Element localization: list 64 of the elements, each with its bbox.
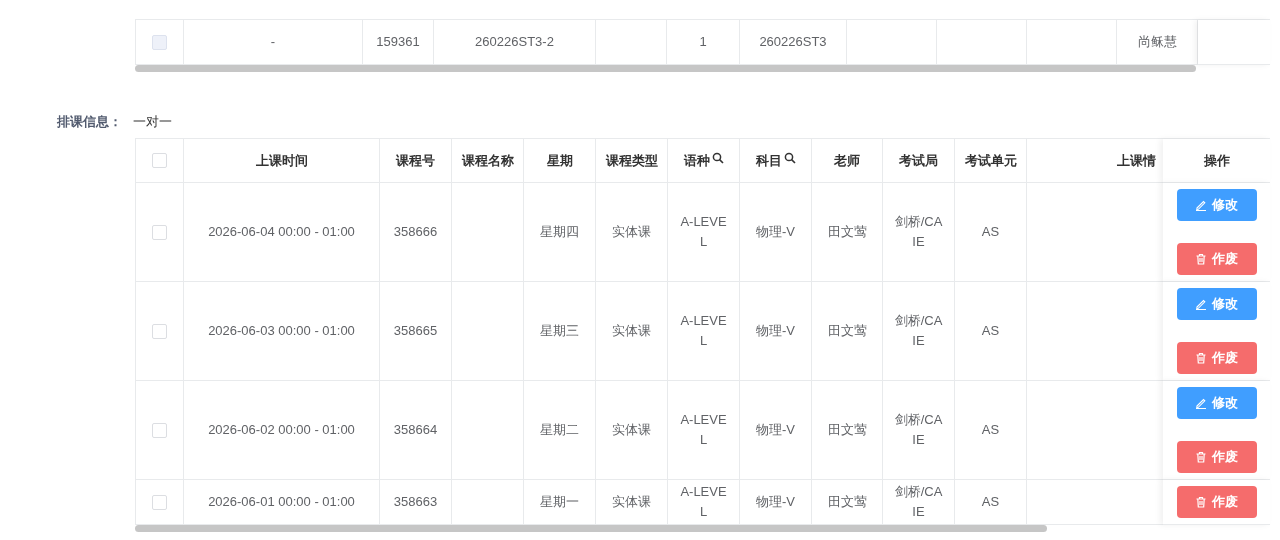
column-header: 上课时间: [255, 151, 308, 170]
edit-button[interactable]: 修改: [1176, 189, 1257, 221]
table-cell: 358665: [380, 282, 452, 381]
table-cell: 剑桥/CAIE: [883, 381, 955, 480]
column-header: 考试单元: [964, 151, 1017, 170]
table-cell: 物理-V: [740, 183, 812, 282]
table-cell: 田文莺: [812, 183, 883, 282]
search-icon[interactable]: [783, 151, 796, 164]
table-cell: 剑桥/CAIE: [883, 282, 955, 381]
pencil-icon: [1195, 199, 1207, 211]
table-cell: AS: [955, 381, 1027, 480]
trash-icon: [1195, 451, 1207, 463]
table-cell: AS: [955, 183, 1027, 282]
table-cell: 田文莺: [812, 282, 883, 381]
trash-icon: [1195, 496, 1207, 508]
checkbox[interactable]: [152, 323, 167, 339]
scrollbar-thumb[interactable]: [135, 65, 1196, 72]
edit-button[interactable]: 修改: [1176, 387, 1257, 419]
table-cell: 2026-06-04 00:00 - 01:00: [184, 183, 380, 282]
table-cell: 星期三: [524, 282, 596, 381]
table-cell: A-LEVEL: [668, 183, 740, 282]
table-cell: 田文莺: [812, 381, 883, 480]
column-header: 课程类型: [605, 151, 658, 170]
trash-icon: [1195, 352, 1207, 364]
delete-button[interactable]: 作废: [1176, 243, 1257, 275]
table-cell: 358666: [380, 183, 452, 282]
delete-button[interactable]: 作废: [1176, 441, 1257, 473]
table-cell: 实体课: [596, 282, 668, 381]
delete-button[interactable]: 作废: [1176, 342, 1257, 374]
table-cell: 剑桥/CAIE: [883, 183, 955, 282]
column-header: 上课情: [1117, 151, 1156, 170]
field-value: 一对一: [133, 114, 172, 130]
table-cell: A-LEVEL: [668, 282, 740, 381]
checkbox[interactable]: [152, 224, 167, 240]
pencil-icon: [1195, 298, 1207, 310]
table-cell: AS: [955, 282, 1027, 381]
column-header: 考试局: [899, 151, 938, 170]
column-header: 课程号: [396, 151, 435, 170]
scrollbar-thumb[interactable]: [135, 525, 1047, 532]
table-cell: 实体课: [596, 183, 668, 282]
trash-icon: [1195, 253, 1207, 265]
column-header: 科目: [755, 151, 782, 170]
column-header: 老师: [834, 151, 860, 170]
pencil-icon: [1195, 397, 1207, 409]
search-icon[interactable]: [711, 151, 724, 164]
field-label: 排课信息：: [57, 114, 123, 130]
checkbox[interactable]: [152, 494, 167, 510]
column-header: 语种: [683, 151, 710, 170]
table-cell: 2026-06-02 00:00 - 01:00: [184, 381, 380, 480]
table-cell: 物理-V: [740, 381, 812, 480]
checkbox[interactable]: [152, 422, 167, 438]
table-cell: 358664: [380, 381, 452, 480]
table-cell: 星期四: [524, 183, 596, 282]
table-cell: 2026-06-03 00:00 - 01:00: [184, 282, 380, 381]
delete-button[interactable]: 作废: [1176, 486, 1257, 518]
column-header: 课程名称: [461, 151, 514, 170]
column-header: 操作: [1203, 151, 1230, 170]
table-cell: 物理-V: [740, 282, 812, 381]
checkbox[interactable]: [152, 153, 167, 168]
table-cell: 实体课: [596, 381, 668, 480]
table-cell: 星期二: [524, 381, 596, 480]
edit-button[interactable]: 修改: [1176, 288, 1257, 320]
table-cell: A-LEVEL: [668, 381, 740, 480]
column-header: 星期: [546, 151, 573, 170]
